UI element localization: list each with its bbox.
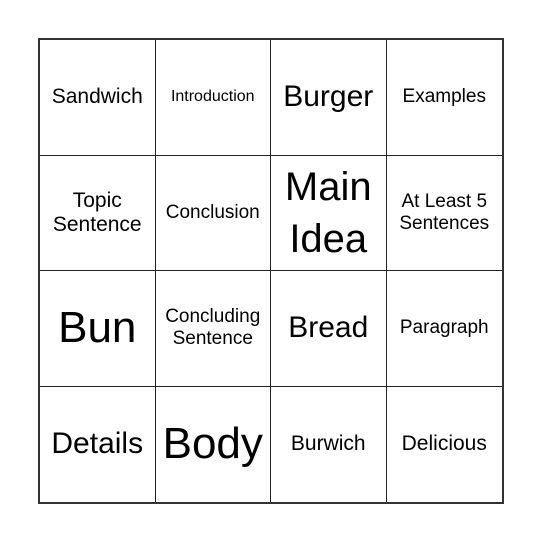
bingo-cell[interactable]: Topic Sentence bbox=[40, 155, 156, 271]
bingo-cell[interactable]: Introduction bbox=[155, 40, 271, 156]
bingo-cell[interactable]: Paragraph bbox=[386, 271, 502, 387]
bingo-cell[interactable]: Sandwich bbox=[40, 40, 156, 156]
bingo-cell[interactable]: Body bbox=[156, 386, 271, 502]
bingo-cell[interactable]: Examples bbox=[386, 40, 502, 156]
bingo-cell[interactable]: Main Idea bbox=[271, 155, 387, 271]
bingo-cell[interactable]: Bun bbox=[40, 271, 156, 387]
bingo-cell[interactable]: Bread bbox=[271, 271, 387, 387]
bingo-cell[interactable]: Conclusion bbox=[155, 155, 271, 271]
bingo-cell[interactable]: Concluding Sentence bbox=[155, 271, 271, 387]
bingo-cell[interactable]: Burger bbox=[271, 40, 387, 156]
bingo-cell[interactable]: Delicious bbox=[387, 387, 503, 503]
bingo-cell[interactable]: At Least 5 Sentences bbox=[386, 156, 502, 271]
bingo-cell[interactable]: Burwich bbox=[271, 386, 387, 502]
bingo-board: Sandwich Introduction Burger Examples To… bbox=[38, 38, 504, 504]
bingo-cell[interactable]: Details bbox=[40, 386, 156, 502]
